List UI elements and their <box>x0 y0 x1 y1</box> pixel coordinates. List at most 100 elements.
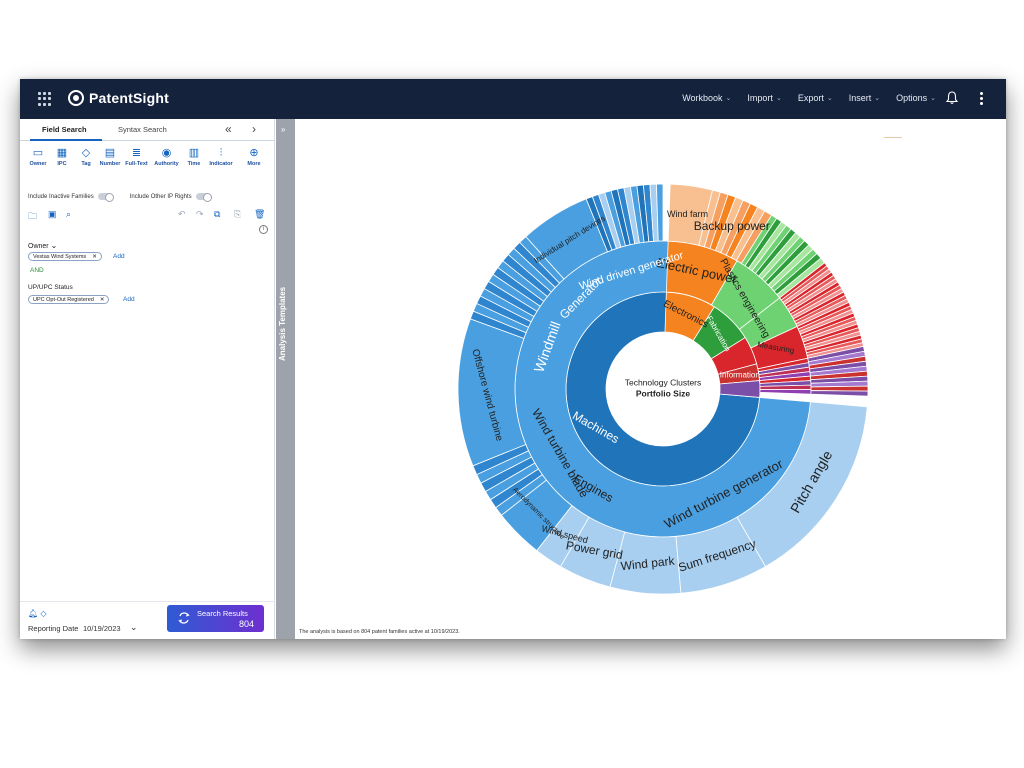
analysis-templates-rail[interactable]: » Analysis Templates <box>276 119 295 639</box>
owner-chip[interactable]: Vestas Wind Systems ✕ <box>28 252 102 261</box>
top-navigation-bar: PatentSight Workbook ⌄ Import ⌄ Export ⌄ In… <box>20 79 1006 119</box>
add-owner-link[interactable]: Add <box>113 253 125 260</box>
tool-ipc-label: IPC <box>57 161 67 167</box>
segment-information-outer[interactable] <box>810 390 869 397</box>
tab-field-search[interactable]: Field Search <box>42 125 87 134</box>
more-options-icon[interactable] <box>980 92 984 105</box>
menu-options[interactable]: Options ⌄ <box>896 93 936 103</box>
active-tab-indicator <box>30 139 102 141</box>
tool-number[interactable]: ▤ Number <box>98 147 122 167</box>
ipc-icon: ▦ <box>56 147 68 159</box>
tool-full-text-label: Full-Text <box>125 161 148 167</box>
menu-export[interactable]: Export ⌄ <box>798 93 833 103</box>
search-field-toolbar: ▭ Owner ▦ IPC ◇ Tag ▤ Number ≣ Full-Text ◉ Aut… <box>26 147 266 167</box>
tool-tag[interactable]: ◇ Tag <box>74 147 98 167</box>
search-results-button[interactable]: Search Results 804 <box>167 605 264 632</box>
chart-area: Technology Clusters Portfolio Size Machine… <box>295 119 1006 639</box>
alert-tag-icons[interactable]: 🔔︎ ◇ <box>28 609 47 618</box>
chevron-right-icon[interactable]: › <box>252 122 256 136</box>
logo-mark-icon <box>68 90 84 106</box>
info-icon[interactable]: i <box>259 225 268 234</box>
folder-icon[interactable]: 🗀 <box>28 209 37 225</box>
status-chip-label: UPC Opt-Out Registered <box>33 296 94 303</box>
label-information: Information <box>720 371 760 380</box>
paste-icon[interactable]: ⎘ <box>234 209 241 220</box>
menu-workbook[interactable]: Workbook ⌄ <box>682 93 731 103</box>
more-icon: ⊕ <box>249 147 259 159</box>
chevron-down-icon: ⌄ <box>775 95 782 102</box>
toggle-inactive-families[interactable]: Include Inactive Families <box>28 193 114 202</box>
tool-owner[interactable]: ▭ Owner <box>26 147 50 167</box>
search-toggles: Include Inactive Families Include Other … <box>28 193 212 202</box>
toggle-ip-label: Include Other IP Rights <box>129 193 192 200</box>
main-menu: Workbook ⌄ Import ⌄ Export ⌄ Insert ⌄ Option… <box>682 93 936 103</box>
and-operator[interactable]: AND <box>30 267 44 274</box>
tool-authority[interactable]: ◉ Authority <box>151 147 182 167</box>
search-results-count: 804 <box>238 619 254 629</box>
close-icon[interactable]: ✕ <box>100 296 105 304</box>
owner-icon: ▭ <box>32 147 44 159</box>
search-footer: 🔔︎ ◇ Reporting Date 10/19/2023 ⌄ Search … <box>20 601 275 639</box>
toggle-other-ip-rights[interactable]: Include Other IP Rights <box>129 193 212 202</box>
chevron-down-icon: ⌄ <box>930 95 936 102</box>
chevron-down-icon: ⌄ <box>874 95 881 102</box>
expand-rail-icon[interactable]: » <box>281 125 285 134</box>
toggle-ip-switch[interactable] <box>195 193 212 202</box>
menu-insert[interactable]: Insert ⌄ <box>849 93 880 103</box>
save-icon[interactable]: ▣ <box>48 209 57 220</box>
chevron-down-icon[interactable]: ⌄ <box>51 241 58 250</box>
menu-import-label: Import <box>747 93 773 103</box>
tag-icon: ◇ <box>81 147 91 159</box>
center-subtitle: Portfolio Size <box>636 388 691 398</box>
chevron-down-icon: ⌄ <box>826 95 833 102</box>
refresh-icon <box>178 612 190 624</box>
search-results-label: Search Results <box>197 609 248 618</box>
tool-time[interactable]: ▥ Time <box>182 147 206 167</box>
full-text-icon: ≣ <box>131 147 142 159</box>
tab-syntax-search[interactable]: Syntax Search <box>118 125 167 134</box>
app-logo[interactable]: PatentSight <box>68 90 169 106</box>
tool-full-text[interactable]: ≣ Full-Text <box>122 147 151 167</box>
owner-label: Owner ⌄ <box>28 241 58 250</box>
label-wind-farm: Wind farm <box>667 209 708 219</box>
status-label: UP/UPC Status <box>28 284 73 291</box>
search-panel: Field Search Syntax Search « › ▭ Owner ▦ I… <box>20 119 275 639</box>
search-tabs: Field Search Syntax Search « › <box>20 119 275 141</box>
close-icon[interactable]: ✕ <box>92 253 97 261</box>
tool-more[interactable]: ⊕ More <box>242 147 266 167</box>
undo-icon[interactable]: ↶ <box>178 209 186 220</box>
reporting-date-label: Reporting Date <box>28 624 79 633</box>
reporting-date-value[interactable]: 10/19/2023 <box>83 624 121 633</box>
delete-icon[interactable]: 🗑 <box>254 209 265 220</box>
segment-information-sub[interactable] <box>759 389 812 395</box>
app-grid-icon[interactable] <box>38 92 52 106</box>
menu-workbook-label: Workbook <box>682 93 723 103</box>
tool-indicator-label: Indicator <box>209 161 233 167</box>
tool-indicator[interactable]: ⫶ Indicator <box>206 147 236 167</box>
sunburst-chart[interactable]: Technology ClustersPortfolio SizeMachine… <box>295 119 1006 639</box>
menu-options-label: Options <box>896 93 928 103</box>
authority-icon: ◉ <box>161 147 172 159</box>
toggle-inactive-switch[interactable] <box>97 193 114 202</box>
tool-ipc[interactable]: ▦ IPC <box>50 147 74 167</box>
notification-bell-icon[interactable] <box>946 91 958 105</box>
menu-import[interactable]: Import ⌄ <box>747 93 781 103</box>
analysis-templates-label[interactable]: Analysis Templates <box>278 249 293 399</box>
time-icon: ▥ <box>188 147 200 159</box>
copy-icon[interactable]: ⧉ <box>214 209 220 220</box>
tool-authority-label: Authority <box>154 161 179 167</box>
zoom-icon[interactable]: ⌕ <box>66 209 71 220</box>
tool-owner-label: Owner <box>29 161 47 167</box>
add-status-link[interactable]: Add <box>123 296 135 303</box>
tool-number-label: Number <box>99 161 121 167</box>
app-name: PatentSight <box>89 90 169 106</box>
tool-more-label: More <box>247 161 261 167</box>
analysis-footnote: The analysis is based on 804 patent fami… <box>299 629 460 635</box>
redo-icon[interactable]: ↷ <box>196 209 204 220</box>
status-chip[interactable]: UPC Opt-Out Registered ✕ <box>28 295 110 304</box>
chevron-down-icon: ⌄ <box>725 95 732 102</box>
collapse-panel-icon[interactable]: « <box>225 122 232 136</box>
chevron-down-icon[interactable]: ⌄ <box>130 622 138 633</box>
tool-tag-label: Tag <box>81 161 91 167</box>
indicator-icon: ⫶ <box>219 147 223 159</box>
